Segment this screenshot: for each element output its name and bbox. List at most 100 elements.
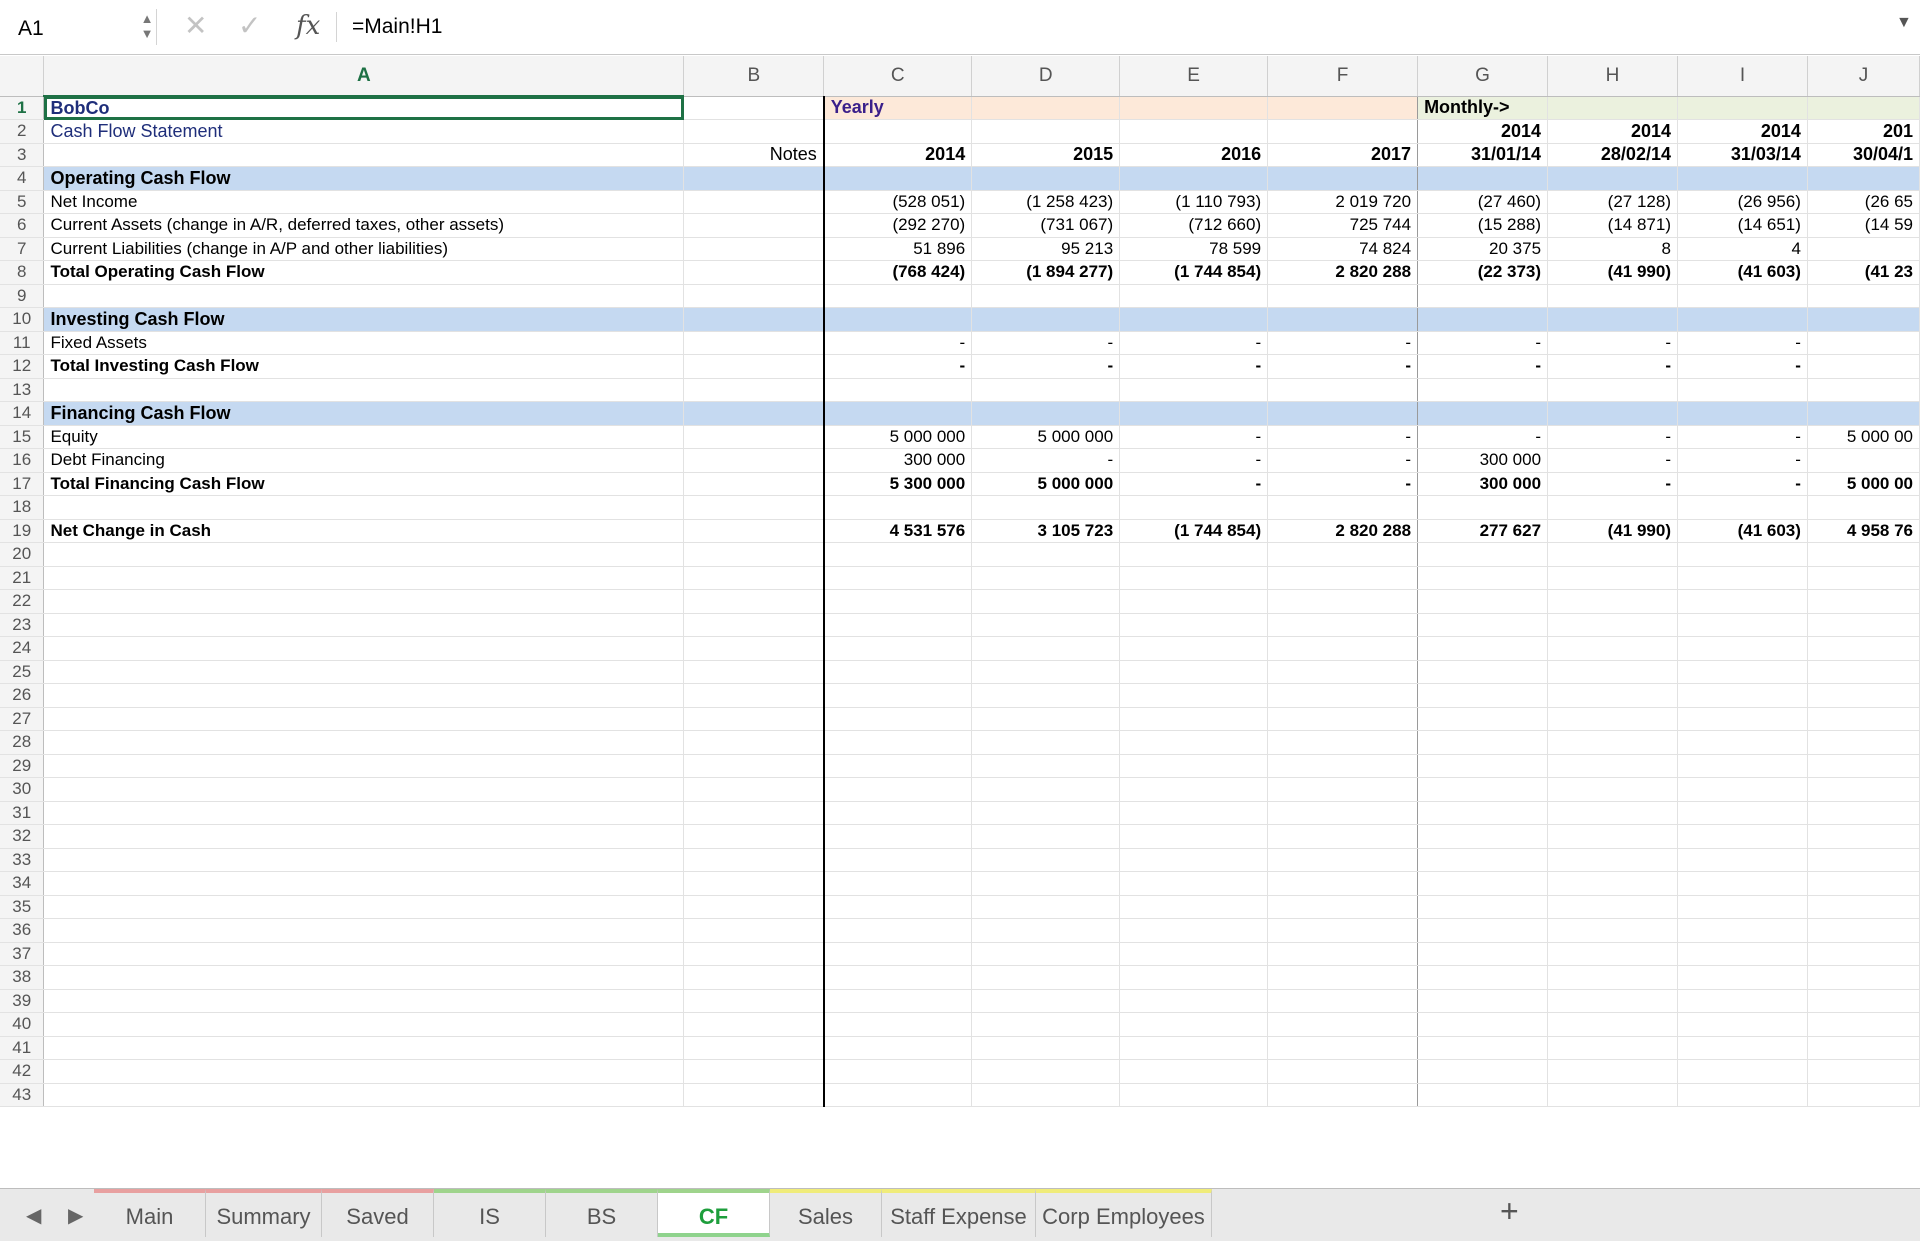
cell-c23[interactable]: [823, 613, 973, 637]
cell-j37[interactable]: [1807, 942, 1920, 966]
cell-d24[interactable]: [971, 636, 1121, 661]
cell-j3[interactable]: 30/04/1: [1807, 143, 1920, 167]
cell-f8[interactable]: 2 820 288: [1267, 260, 1419, 285]
cell-b1[interactable]: [683, 96, 825, 120]
cell-j41[interactable]: [1807, 1036, 1920, 1060]
cell-b4[interactable]: [683, 166, 825, 191]
cell-h17[interactable]: -: [1547, 472, 1678, 496]
cell-i39[interactable]: [1677, 989, 1808, 1013]
cell-a5[interactable]: Net Income: [43, 190, 685, 214]
row-header[interactable]: 7: [0, 237, 45, 261]
cell-h21[interactable]: [1547, 566, 1678, 590]
cell-h29[interactable]: [1547, 754, 1678, 778]
cell-f43[interactable]: [1267, 1083, 1419, 1107]
cell-h6[interactable]: (14 871): [1547, 213, 1678, 238]
column-header-c[interactable]: C: [823, 56, 973, 97]
cell-j11[interactable]: [1807, 331, 1920, 355]
cell-j42[interactable]: [1807, 1059, 1920, 1084]
cell-d17[interactable]: 5 000 000: [971, 472, 1121, 496]
row-header[interactable]: 11: [0, 331, 45, 355]
cell-c38[interactable]: [823, 965, 973, 990]
cell-i29[interactable]: [1677, 754, 1808, 778]
row-header[interactable]: 5: [0, 190, 45, 214]
cell-h41[interactable]: [1547, 1036, 1678, 1060]
cell-c34[interactable]: [823, 871, 973, 896]
cell-h28[interactable]: [1547, 730, 1678, 755]
cell-g30[interactable]: [1417, 777, 1549, 802]
cell-e9[interactable]: [1119, 284, 1269, 308]
cell-f33[interactable]: [1267, 848, 1419, 872]
cell-f21[interactable]: [1267, 566, 1419, 590]
row-header[interactable]: 3: [0, 143, 45, 167]
cell-a29[interactable]: [43, 754, 685, 778]
cell-g12[interactable]: -: [1417, 354, 1549, 379]
cell-j10[interactable]: [1807, 307, 1920, 332]
cell-e35[interactable]: [1119, 895, 1269, 919]
cell-a14[interactable]: Financing Cash Flow: [43, 401, 685, 426]
cell-g16[interactable]: 300 000: [1417, 448, 1549, 473]
cell-g24[interactable]: [1417, 636, 1549, 661]
cell-d12[interactable]: -: [971, 354, 1121, 379]
cell-e10[interactable]: [1119, 307, 1269, 332]
cell-j15[interactable]: 5 000 00: [1807, 425, 1920, 449]
cell-b20[interactable]: [683, 542, 825, 567]
row-header[interactable]: 6: [0, 213, 45, 238]
cell-d11[interactable]: -: [971, 331, 1121, 355]
cell-e38[interactable]: [1119, 965, 1269, 990]
cell-d40[interactable]: [971, 1012, 1121, 1037]
cell-d30[interactable]: [971, 777, 1121, 802]
cell-a2[interactable]: Cash Flow Statement: [43, 119, 685, 144]
cell-e21[interactable]: [1119, 566, 1269, 590]
cell-j16[interactable]: [1807, 448, 1920, 473]
cell-b13[interactable]: [683, 378, 825, 402]
cell-g23[interactable]: [1417, 613, 1549, 637]
cell-j5[interactable]: (26 65: [1807, 190, 1920, 214]
row-header[interactable]: 12: [0, 354, 45, 379]
cell-g41[interactable]: [1417, 1036, 1549, 1060]
row-header[interactable]: 36: [0, 918, 45, 943]
cell-a38[interactable]: [43, 965, 685, 990]
cell-e11[interactable]: -: [1119, 331, 1269, 355]
select-all-corner[interactable]: [0, 56, 45, 97]
cell-f1[interactable]: [1267, 96, 1419, 120]
row-header[interactable]: 41: [0, 1036, 45, 1060]
cell-b36[interactable]: [683, 918, 825, 943]
cell-j22[interactable]: [1807, 589, 1920, 614]
cell-i16[interactable]: -: [1677, 448, 1808, 473]
cell-f18[interactable]: [1267, 495, 1419, 520]
row-header[interactable]: 43: [0, 1083, 45, 1107]
cell-a4[interactable]: Operating Cash Flow: [43, 166, 685, 191]
sheet-tab-main[interactable]: Main: [94, 1189, 206, 1237]
cell-a12[interactable]: Total Investing Cash Flow: [43, 354, 685, 379]
cell-e30[interactable]: [1119, 777, 1269, 802]
cell-b6[interactable]: [683, 213, 825, 238]
cell-a13[interactable]: [43, 378, 685, 402]
cell-c39[interactable]: [823, 989, 973, 1013]
cell-f36[interactable]: [1267, 918, 1419, 943]
cell-a26[interactable]: [43, 683, 685, 708]
cell-c33[interactable]: [823, 848, 973, 872]
cell-f14[interactable]: [1267, 401, 1419, 426]
cell-e28[interactable]: [1119, 730, 1269, 755]
cell-j18[interactable]: [1807, 495, 1920, 520]
cell-i30[interactable]: [1677, 777, 1808, 802]
cell-a23[interactable]: [43, 613, 685, 637]
cell-e36[interactable]: [1119, 918, 1269, 943]
cell-a37[interactable]: [43, 942, 685, 966]
cell-b18[interactable]: [683, 495, 825, 520]
cell-g33[interactable]: [1417, 848, 1549, 872]
cell-b43[interactable]: [683, 1083, 825, 1107]
cell-a42[interactable]: [43, 1059, 685, 1084]
cell-g8[interactable]: (22 373): [1417, 260, 1549, 285]
cell-f7[interactable]: 74 824: [1267, 237, 1419, 261]
cell-e2[interactable]: [1119, 119, 1269, 144]
cell-a40[interactable]: [43, 1012, 685, 1037]
cell-c43[interactable]: [823, 1083, 973, 1107]
cell-e15[interactable]: -: [1119, 425, 1269, 449]
cell-i40[interactable]: [1677, 1012, 1808, 1037]
cell-e29[interactable]: [1119, 754, 1269, 778]
cell-j23[interactable]: [1807, 613, 1920, 637]
cell-h5[interactable]: (27 128): [1547, 190, 1678, 214]
cell-c30[interactable]: [823, 777, 973, 802]
cell-i31[interactable]: [1677, 801, 1808, 825]
